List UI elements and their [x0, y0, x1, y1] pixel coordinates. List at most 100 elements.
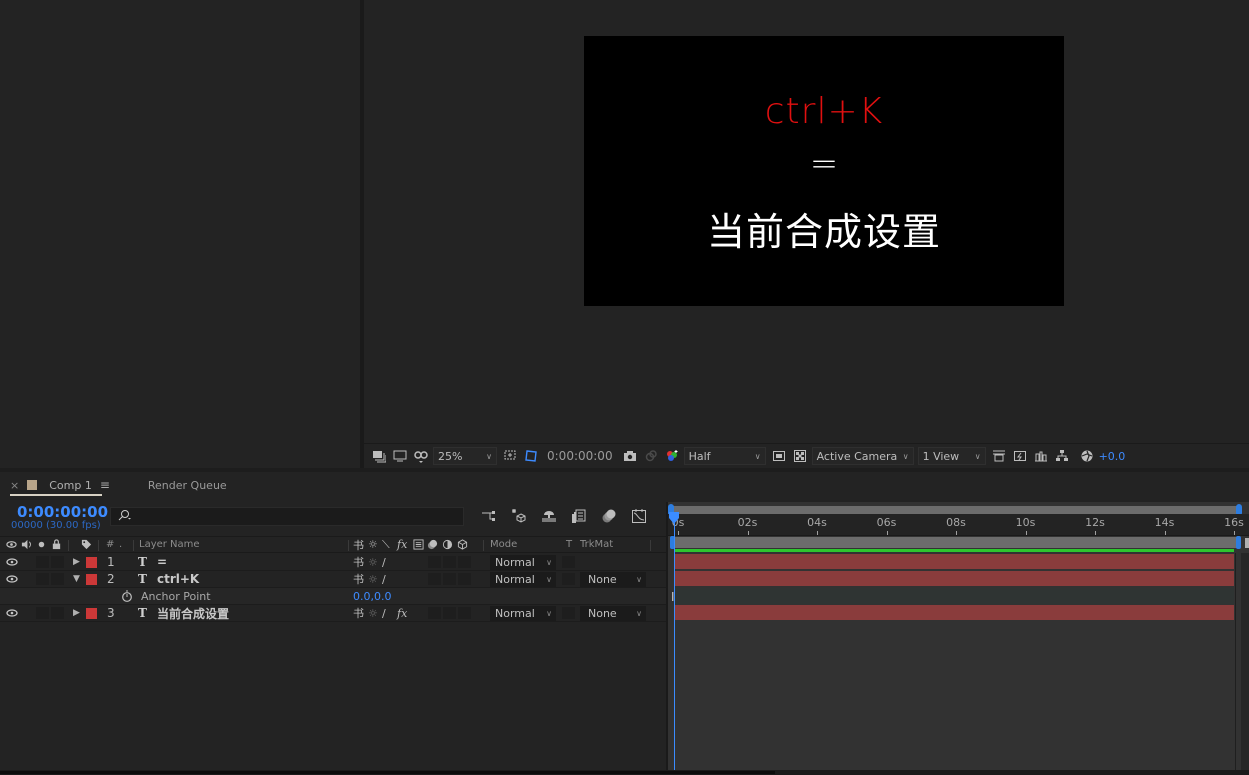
region-of-interest-icon[interactable]	[501, 447, 519, 465]
layer-duration-bar[interactable]	[674, 571, 1234, 586]
effects-fx-icon[interactable]: fx	[397, 605, 407, 621]
frame-blending-icon[interactable]	[568, 506, 590, 526]
tab-comp-1[interactable]: Comp 1	[49, 479, 92, 492]
stopwatch-icon[interactable]	[121, 590, 133, 605]
column-divider[interactable]	[348, 540, 349, 551]
shy-switch-icon[interactable]: 书	[353, 571, 364, 587]
layer-duration-bar[interactable]	[674, 605, 1234, 620]
magnification-select[interactable]: 25% ∨	[433, 447, 497, 465]
property-value[interactable]: 0.0,0.0	[353, 590, 391, 603]
transparency-grid-icon[interactable]	[522, 447, 540, 465]
collapse-switch-icon[interactable]: ☼	[368, 571, 378, 587]
layer-name[interactable]: =	[157, 554, 167, 570]
column-mode[interactable]: Mode	[490, 539, 517, 550]
track-matte-select[interactable]: None ∨	[580, 572, 646, 587]
layer-row[interactable]: ▶ 3 T 当前合成设置 书 ☼ ∕ fx Normal ∨ None ∨	[0, 605, 666, 622]
color-channel-icon[interactable]	[663, 447, 681, 465]
motion-blur-toggle[interactable]	[428, 556, 441, 568]
close-tab-icon[interactable]: ×	[10, 479, 19, 492]
adjustment-toggle[interactable]	[443, 573, 456, 585]
time-ruler[interactable]: 0s 02s 04s 06s 08s 10s 12s 14s 16s	[668, 514, 1249, 536]
fast-previews-icon[interactable]	[1011, 447, 1029, 465]
motion-blur-switch-icon[interactable]	[427, 539, 438, 550]
pixel-aspect-icon[interactable]	[990, 447, 1008, 465]
quality-switch-icon[interactable]: ∕	[382, 571, 386, 587]
motion-blur-icon[interactable]	[598, 506, 620, 526]
current-time-indicator[interactable]	[674, 512, 675, 775]
current-time-indicator-head[interactable]	[668, 512, 680, 524]
twirl-expanded-icon[interactable]: ▼	[73, 571, 80, 587]
monitor-icon[interactable]	[391, 447, 409, 465]
3d-layer-icon[interactable]	[457, 539, 468, 550]
column-layer-name[interactable]: Layer Name	[139, 539, 200, 550]
layer-name[interactable]: 当前合成设置	[157, 605, 229, 621]
column-number[interactable]: #	[106, 539, 114, 550]
lock-toggle[interactable]	[51, 607, 64, 619]
effects-fx-icon[interactable]: fx	[397, 538, 407, 551]
timeline-icon[interactable]	[1032, 447, 1050, 465]
blend-mode-select[interactable]: Normal ∨	[490, 555, 556, 570]
quality-switch-icon[interactable]: ∕	[382, 554, 386, 570]
lock-icon[interactable]	[51, 539, 62, 550]
solo-toggle[interactable]	[36, 556, 49, 568]
exposure-value[interactable]: +0.0	[1099, 450, 1126, 463]
3d-toggle[interactable]	[458, 573, 471, 585]
composition-canvas[interactable]: ctrl+K = 当前合成设置	[584, 36, 1064, 306]
horizontal-scrollbar[interactable]	[0, 771, 775, 774]
preserve-transparency-toggle[interactable]	[562, 556, 575, 568]
camera-select[interactable]: Active Camera ∨	[811, 447, 914, 465]
eye-icon[interactable]	[6, 571, 18, 587]
twirl-collapsed-icon[interactable]: ▶	[73, 554, 80, 570]
adjustment-layer-icon[interactable]	[442, 539, 453, 550]
viewer-timecode[interactable]: 0:00:00:00	[547, 449, 613, 463]
graph-editor-icon[interactable]	[628, 506, 650, 526]
column-preserve-transparency[interactable]: T	[566, 539, 572, 550]
quality-switch-icon[interactable]: ⟍	[382, 538, 390, 552]
solo-icon[interactable]	[36, 539, 47, 550]
collapse-switch-icon[interactable]: ☼	[368, 605, 378, 621]
layer-row[interactable]: ▶ 1 T = 书 ☼ ∕ Normal ∨	[0, 554, 666, 571]
layer-name[interactable]: ctrl+K	[157, 571, 199, 587]
work-area-bar[interactable]	[672, 537, 1238, 548]
eye-icon[interactable]	[6, 554, 18, 570]
solo-toggle[interactable]	[36, 607, 49, 619]
draft-3d-icon[interactable]	[508, 506, 530, 526]
3d-toggle[interactable]	[458, 556, 471, 568]
label-color[interactable]	[86, 557, 97, 568]
frame-blend-switch-icon[interactable]	[413, 539, 424, 550]
layer-duration-bar[interactable]	[674, 554, 1234, 569]
column-divider[interactable]	[483, 540, 484, 551]
column-divider[interactable]	[98, 540, 99, 551]
lock-toggle[interactable]	[51, 573, 64, 585]
twirl-collapsed-icon[interactable]: ▶	[73, 605, 80, 621]
column-divider[interactable]	[650, 540, 651, 551]
audio-icon[interactable]	[21, 539, 32, 550]
time-navigator[interactable]	[670, 506, 1240, 514]
layer-row[interactable]: ▼ 2 T ctrl+K 书 ☼ ∕ Normal ∨ None ∨	[0, 571, 666, 588]
shy-layers-icon[interactable]	[538, 506, 560, 526]
view-layout-select[interactable]: 1 View ∨	[917, 447, 986, 465]
time-graph[interactable]: 0s 02s 04s 06s 08s 10s 12s 14s 16s I	[668, 502, 1249, 775]
motion-blur-toggle[interactable]	[428, 573, 441, 585]
column-divider[interactable]	[68, 540, 69, 551]
label-tag-icon[interactable]	[81, 539, 92, 550]
show-snapshot-icon[interactable]	[642, 447, 660, 465]
adjustment-toggle[interactable]	[443, 556, 456, 568]
solo-toggle[interactable]	[36, 573, 49, 585]
fast-preview-icon[interactable]	[770, 447, 788, 465]
column-divider[interactable]	[133, 540, 134, 551]
shy-switch-icon[interactable]: 书	[353, 605, 364, 621]
always-preview-icon[interactable]	[370, 447, 388, 465]
resolution-select[interactable]: Half ∨	[683, 447, 766, 465]
eye-icon[interactable]	[6, 605, 18, 621]
quality-switch-icon[interactable]: ∕	[382, 605, 386, 621]
layer-search[interactable]	[110, 507, 464, 526]
collapse-switch-icon[interactable]: ☼	[368, 554, 378, 570]
reset-exposure-icon[interactable]	[1078, 447, 1096, 465]
adjustment-toggle[interactable]	[443, 607, 456, 619]
preserve-transparency-toggle[interactable]	[562, 573, 575, 585]
tab-render-queue[interactable]: Render Queue	[148, 479, 227, 492]
shy-switch-icon[interactable]: 书	[353, 537, 364, 553]
toggle-transparency-icon[interactable]	[791, 447, 809, 465]
preserve-transparency-toggle[interactable]	[562, 607, 575, 619]
